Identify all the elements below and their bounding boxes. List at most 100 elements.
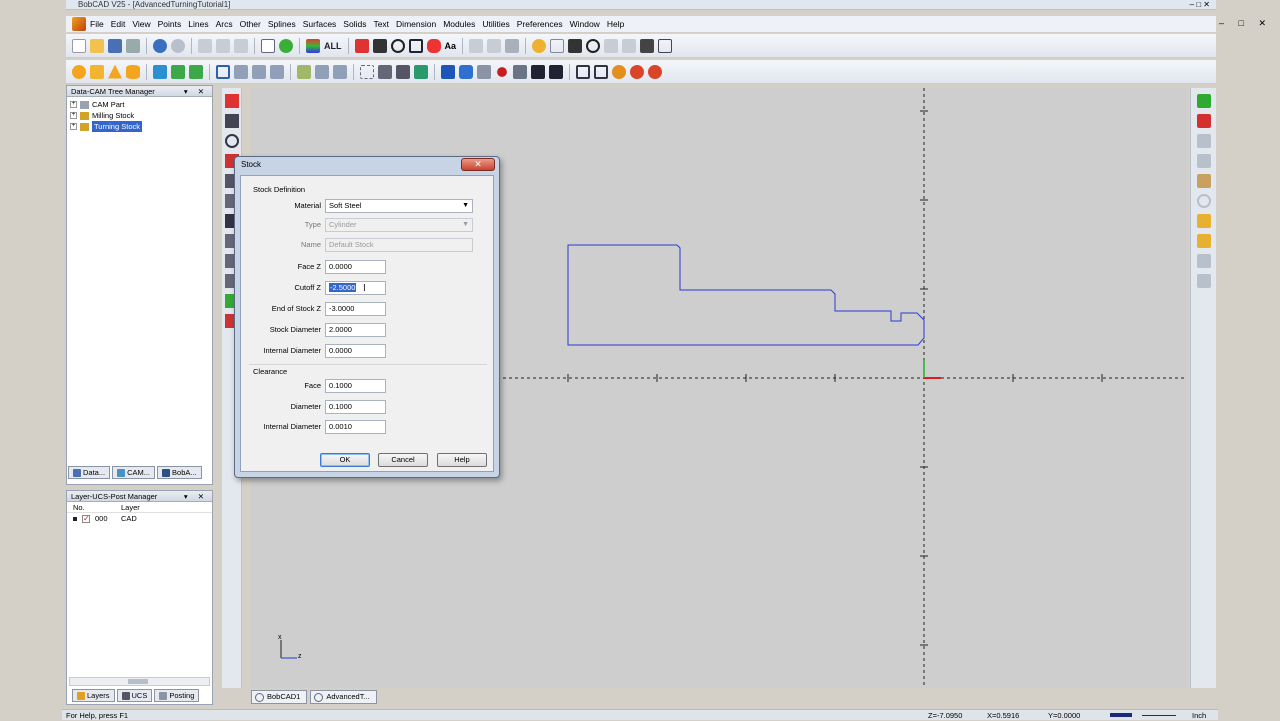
line-icon[interactable]	[372, 38, 387, 53]
surface-revolve-icon[interactable]	[270, 64, 284, 79]
menu-file[interactable]: File	[90, 19, 104, 29]
paste-icon[interactable]	[234, 38, 248, 53]
tree-item-milling-stock[interactable]: + Milling Stock	[67, 110, 212, 121]
menu-other[interactable]: Other	[240, 19, 261, 29]
layers-stack-icon[interactable]	[1197, 174, 1211, 188]
undo-icon[interactable]	[153, 38, 167, 53]
spline-icon[interactable]	[426, 38, 441, 53]
line-tool-icon[interactable]	[225, 114, 239, 128]
layer-row[interactable]: ✓ 000 CAD	[67, 513, 212, 524]
menu-text[interactable]: Text	[373, 19, 389, 29]
menu-splines[interactable]: Splines	[268, 19, 296, 29]
wcs-icon[interactable]	[531, 64, 545, 79]
sphere-icon[interactable]	[72, 64, 86, 79]
refresh-icon[interactable]	[586, 38, 601, 53]
point-icon[interactable]	[354, 38, 369, 53]
text-tool-button[interactable]: Aa	[445, 41, 457, 51]
menu-solids[interactable]: Solids	[343, 19, 366, 29]
arc-tool-icon[interactable]	[225, 134, 239, 148]
tree-item-cam-part[interactable]: + CAM Part	[67, 99, 212, 110]
print-icon[interactable]	[126, 38, 140, 53]
layer-colors-icon[interactable]	[306, 38, 320, 53]
doc-tab-advanced[interactable]: AdvancedT...	[310, 690, 377, 704]
copy-icon[interactable]	[216, 38, 230, 53]
dialog-close-button[interactable]: ✕	[461, 158, 495, 171]
accept-icon[interactable]	[1197, 94, 1211, 108]
trim-icon[interactable]	[360, 64, 374, 79]
target-icon[interactable]	[1197, 194, 1211, 208]
fillet-icon[interactable]	[414, 64, 428, 79]
delete-icon[interactable]	[198, 38, 212, 53]
horizontal-scrollbar[interactable]	[69, 677, 210, 686]
panel-pin-close[interactable]: ▾ ✕	[184, 86, 208, 97]
save-icon[interactable]	[108, 38, 122, 53]
simulate-icon[interactable]	[612, 64, 626, 79]
scrollbar-thumb[interactable]	[128, 679, 148, 684]
line-color-swatch[interactable]	[1110, 713, 1132, 717]
internal-diameter-input[interactable]: 0.0000	[325, 344, 386, 358]
stock-diameter-input[interactable]: 2.0000	[325, 323, 386, 337]
reject-icon[interactable]	[1197, 114, 1211, 128]
menu-help[interactable]: Help	[607, 19, 624, 29]
cone-icon[interactable]	[108, 64, 122, 79]
render-icon[interactable]	[459, 64, 473, 79]
menu-view[interactable]: View	[132, 19, 150, 29]
snap-end-icon[interactable]	[1197, 274, 1211, 288]
hatch-icon[interactable]	[487, 38, 502, 53]
menu-surfaces[interactable]: Surfaces	[303, 19, 337, 29]
face-z-input[interactable]: 0.0000	[325, 260, 386, 274]
menu-utilities[interactable]: Utilities	[482, 19, 509, 29]
new-file-icon[interactable]	[72, 38, 86, 53]
select-all-button[interactable]: ALL	[324, 41, 342, 51]
window-controls[interactable]: – □ ✕	[1190, 0, 1210, 10]
rectangle-icon[interactable]	[408, 38, 423, 53]
menu-points[interactable]: Points	[158, 19, 182, 29]
column-no[interactable]: No.	[73, 502, 85, 513]
menu-modules[interactable]: Modules	[443, 19, 475, 29]
menu-preferences[interactable]: Preferences	[517, 19, 563, 29]
list-icon[interactable]	[1197, 134, 1211, 148]
circle-icon[interactable]	[390, 38, 405, 53]
tab-layers[interactable]: Layers	[72, 689, 115, 702]
break-icon[interactable]	[396, 64, 410, 79]
surface-loft-icon[interactable]	[234, 64, 248, 79]
tab-cam[interactable]: CAM...	[112, 466, 156, 479]
list-alt-icon[interactable]	[1197, 154, 1211, 168]
cancel-button[interactable]: Cancel	[378, 453, 428, 467]
brush-icon[interactable]	[1197, 234, 1211, 248]
post-icon[interactable]	[648, 64, 662, 79]
panel-pin-close[interactable]: ▾ ✕	[184, 491, 208, 502]
ruler-icon[interactable]	[1197, 214, 1211, 228]
stock-icon[interactable]	[297, 64, 311, 79]
ok-button[interactable]: OK	[320, 453, 370, 467]
extend-icon[interactable]	[378, 64, 392, 79]
snap-grid-icon[interactable]	[1197, 254, 1211, 268]
view-cube-icon[interactable]	[658, 38, 673, 53]
redo-icon[interactable]	[171, 38, 185, 53]
clearance-face-input[interactable]: 0.1000	[325, 379, 386, 393]
select-arrow-icon[interactable]	[261, 38, 275, 53]
extrude-icon[interactable]	[153, 64, 167, 79]
snap-icon[interactable]	[622, 38, 637, 53]
surface-box-icon[interactable]	[216, 64, 230, 79]
expand-icon[interactable]: +	[70, 123, 77, 130]
cylinder-icon[interactable]	[126, 64, 140, 79]
expand-icon[interactable]: +	[70, 112, 77, 119]
doc-tab-bobcad1[interactable]: BobCAD1	[251, 690, 308, 704]
help-button[interactable]: Help	[437, 453, 487, 467]
dimension-icon[interactable]	[469, 38, 484, 53]
expand-icon[interactable]: +	[70, 101, 77, 108]
verify-icon[interactable]	[630, 64, 644, 79]
point-tool-icon[interactable]	[225, 94, 239, 108]
plane-icon[interactable]	[315, 64, 329, 79]
layer-visible-checkbox[interactable]: ✓	[82, 515, 90, 523]
record-icon[interactable]	[497, 66, 507, 77]
group-icon[interactable]	[576, 64, 590, 79]
move-icon[interactable]	[640, 38, 655, 53]
origin-icon[interactable]	[549, 64, 563, 79]
pattern-icon[interactable]	[505, 38, 520, 53]
box-icon[interactable]	[90, 64, 104, 79]
tab-bobart[interactable]: BobA...	[157, 466, 202, 479]
status-units[interactable]: Inch	[1192, 710, 1206, 721]
tab-posting[interactable]: Posting	[154, 689, 200, 702]
